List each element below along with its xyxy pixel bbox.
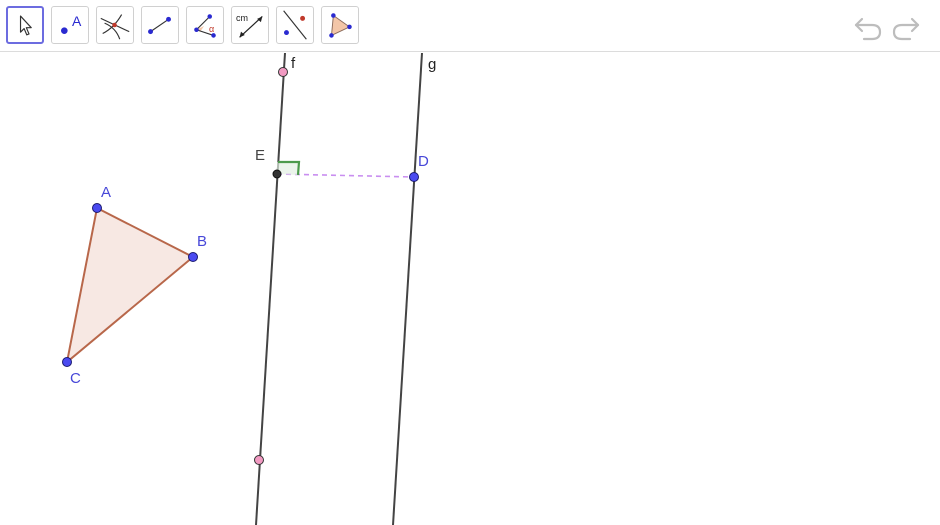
geometry-app: A α cm A B C D E f g [0, 0, 940, 525]
move-tool-button[interactable] [6, 6, 44, 44]
point-tool-label: A [72, 13, 82, 29]
point-on-f-top[interactable] [278, 67, 288, 77]
pointer-arrow-icon [19, 15, 32, 36]
intersect-icon [100, 14, 130, 40]
label-c: C [70, 370, 81, 387]
toolbar: A α cm [0, 0, 940, 52]
distance-tool-button[interactable]: cm [231, 6, 269, 44]
triangle-abc[interactable] [65, 206, 195, 365]
redo-button[interactable] [890, 12, 922, 42]
label-g: g [428, 56, 437, 73]
reflect-tool-button[interactable] [276, 6, 314, 44]
undo-button[interactable] [852, 12, 884, 42]
redo-icon [892, 17, 920, 41]
angle-tool-label: α [209, 24, 215, 34]
point-c[interactable] [62, 357, 72, 367]
point-d[interactable] [409, 172, 419, 182]
label-b: B [197, 233, 208, 250]
label-e: E [255, 147, 266, 164]
distance-tool-label: cm [236, 13, 248, 23]
point-icon [61, 27, 68, 34]
polygon-tool-button[interactable] [321, 6, 359, 44]
point-a[interactable] [92, 203, 102, 213]
angle-tool-button[interactable]: α [186, 6, 224, 44]
point-on-f-bottom[interactable] [254, 455, 264, 465]
graphics-view[interactable]: A B C D E f g [0, 53, 940, 525]
label-d: D [418, 153, 429, 170]
segment-tool-button[interactable] [141, 6, 179, 44]
point-e[interactable] [272, 169, 282, 179]
undo-icon [854, 17, 882, 41]
label-f: f [291, 55, 296, 72]
label-a: A [101, 184, 112, 201]
reflect-line-icon [283, 10, 307, 40]
polygon-icon [329, 13, 352, 38]
point-b[interactable] [188, 252, 198, 262]
point-tool-button[interactable]: A [51, 6, 89, 44]
segment-icon [148, 16, 171, 35]
line-f[interactable] [255, 53, 286, 525]
angle-icon [194, 14, 216, 38]
line-g[interactable] [392, 53, 423, 525]
intersect-tool-button[interactable] [96, 6, 134, 44]
construction-svg [62, 53, 423, 525]
